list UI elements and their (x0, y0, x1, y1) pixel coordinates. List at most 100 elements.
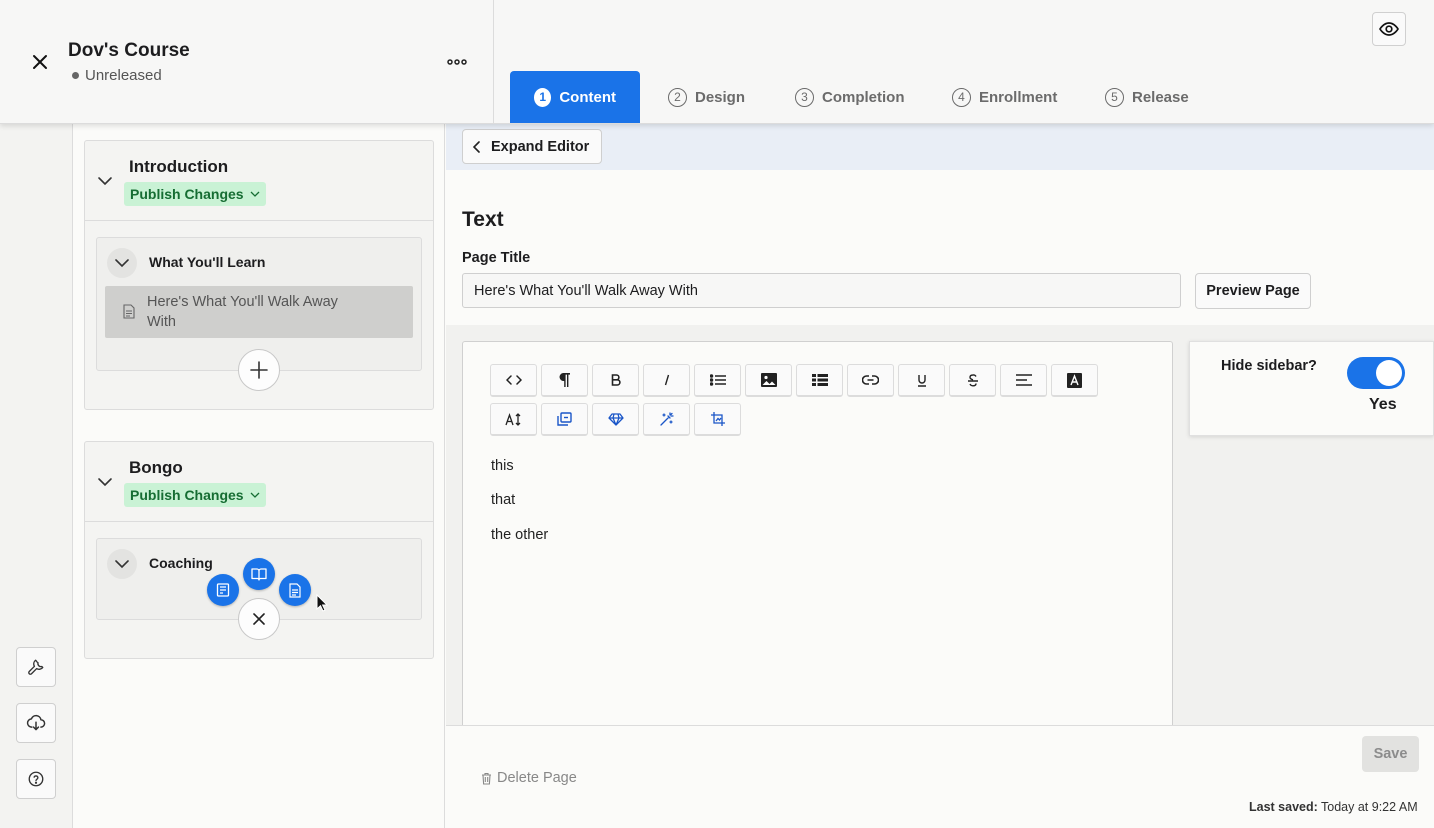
font-size-button[interactable] (490, 403, 537, 436)
preview-course-button[interactable] (1372, 12, 1406, 46)
more-options-button[interactable] (444, 52, 470, 72)
link-button[interactable] (847, 364, 894, 397)
link-icon (862, 375, 879, 385)
table-button[interactable] (796, 364, 843, 397)
tab-number: 4 (952, 87, 971, 107)
bold-button[interactable] (592, 364, 639, 397)
publish-badge-label: Publish Changes (130, 487, 244, 503)
close-icon (251, 611, 267, 627)
image-icon (760, 373, 777, 387)
add-text-page-button[interactable] (279, 574, 311, 606)
tab-number: 1 (534, 87, 552, 107)
italic-button[interactable] (643, 364, 690, 397)
close-button[interactable] (26, 48, 54, 76)
image-button[interactable] (745, 364, 792, 397)
close-add-menu-button[interactable] (238, 598, 280, 640)
embed-icon (557, 412, 572, 426)
add-quiz-button[interactable] (207, 574, 239, 606)
publish-badge-label: Publish Changes (130, 186, 244, 202)
toggle-knob (1376, 360, 1402, 386)
strikethrough-icon (967, 373, 979, 387)
tab-enrollment[interactable]: 4 Enrollment (928, 71, 1081, 123)
strikethrough-button[interactable] (949, 364, 996, 397)
preview-page-button[interactable]: Preview Page (1195, 273, 1311, 309)
page-title-label: Page Title (462, 250, 531, 266)
close-icon (32, 54, 48, 70)
page-item-label: Here's What You'll Walk Away With (147, 294, 338, 330)
section-header[interactable]: Bongo Publish Changes (85, 442, 433, 522)
crop-image-button[interactable] (694, 403, 741, 436)
tab-design[interactable]: 2 Design (644, 71, 769, 123)
page-title-input[interactable] (462, 273, 1181, 308)
add-lesson-button[interactable] (243, 558, 275, 590)
underline-icon (917, 374, 927, 387)
tab-label: Enrollment (979, 88, 1058, 106)
chevron-left-icon (473, 140, 481, 153)
tab-number: 3 (795, 87, 814, 107)
page-item[interactable]: Here's What You'll Walk Away With (105, 286, 413, 338)
chevron-down-icon (250, 490, 260, 500)
tab-label: Release (1132, 88, 1189, 106)
help-circle-icon (27, 770, 45, 788)
eye-icon (1379, 22, 1399, 36)
course-status-label: Unreleased (85, 67, 162, 84)
download-button[interactable] (16, 703, 56, 743)
text-color-icon (1067, 372, 1082, 388)
lesson-title[interactable]: Coaching (149, 555, 213, 571)
chevron-down-icon[interactable] (107, 248, 137, 278)
publish-changes-badge[interactable]: Publish Changes (124, 182, 266, 206)
content-type-heading: Text (462, 208, 504, 231)
table-icon (811, 374, 828, 386)
crop-image-icon (710, 411, 726, 427)
section-card-introduction: Introduction Publish Changes What You'll… (84, 140, 434, 410)
section-title[interactable]: Bongo (129, 458, 183, 478)
tab-label: Completion (822, 88, 905, 106)
save-button[interactable]: Save (1362, 736, 1419, 772)
text-color-button[interactable] (1051, 364, 1098, 397)
tab-number: 2 (668, 87, 687, 107)
editor-text-line[interactable]: this (491, 458, 514, 474)
publish-changes-badge[interactable]: Publish Changes (124, 483, 266, 507)
lesson-title[interactable]: What You'll Learn (149, 254, 265, 270)
expand-editor-button[interactable]: Expand Editor (462, 129, 603, 164)
gem-icon (607, 412, 624, 426)
tools-button[interactable] (16, 647, 56, 687)
status-dot-icon (72, 72, 79, 79)
code-view-button[interactable] (490, 364, 537, 397)
magic-wand-icon (659, 411, 674, 427)
quiz-icon (216, 583, 230, 597)
book-open-icon (251, 567, 267, 581)
last-saved-time: Today at 9:22 AM (1321, 800, 1418, 814)
delete-page-label: Delete Page (497, 770, 577, 786)
magic-wand-button[interactable] (643, 403, 690, 436)
chevron-down-icon[interactable] (97, 173, 113, 189)
paragraph-button[interactable] (541, 364, 588, 397)
chevron-down-icon[interactable] (107, 549, 137, 579)
expand-editor-label: Expand Editor (491, 138, 590, 155)
last-saved-label: Last saved: (1249, 800, 1318, 814)
add-page-button[interactable] (238, 349, 280, 391)
underline-button[interactable] (898, 364, 945, 397)
hide-sidebar-value: Yes (1369, 396, 1397, 413)
chevron-down-icon[interactable] (97, 474, 113, 490)
align-button[interactable] (1000, 364, 1047, 397)
gem-button[interactable] (592, 403, 639, 436)
section-title[interactable]: Introduction (129, 157, 228, 177)
course-status: Unreleased (72, 67, 162, 84)
editor-text-line[interactable]: the other (491, 527, 548, 543)
delete-page-button[interactable]: Delete Page (481, 770, 577, 786)
help-button[interactable] (16, 759, 56, 799)
last-saved-status: Last saved: Today at 9:22 AM (1249, 800, 1418, 814)
embed-button[interactable] (541, 403, 588, 436)
section-header[interactable]: Introduction Publish Changes (85, 141, 433, 221)
rich-text-editor[interactable] (462, 341, 1173, 725)
bullet-list-button[interactable] (694, 364, 741, 397)
tab-completion[interactable]: 3 Completion (771, 71, 929, 123)
hide-sidebar-label: Hide sidebar? (1221, 358, 1317, 374)
align-icon (1015, 374, 1032, 386)
tab-content[interactable]: 1 Content (510, 71, 640, 123)
tab-release[interactable]: 5 Release (1081, 71, 1213, 123)
hide-sidebar-toggle[interactable] (1347, 357, 1405, 389)
code-view-icon (505, 375, 522, 385)
editor-text-line[interactable]: that (491, 492, 515, 508)
